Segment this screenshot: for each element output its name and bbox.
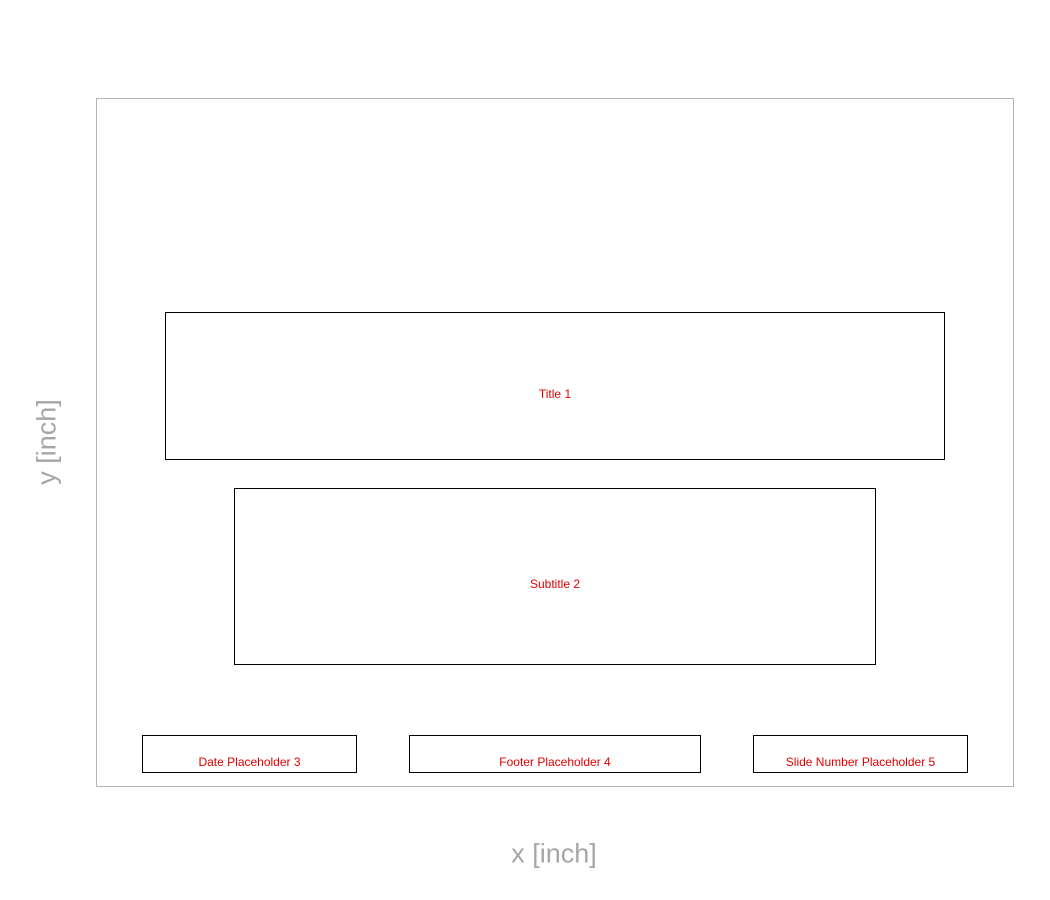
footer-placeholder: Footer Placeholder 4 <box>409 735 701 773</box>
title-placeholder: Title 1 <box>165 312 945 460</box>
date-placeholder-label: Date Placeholder 3 <box>198 755 301 769</box>
title-placeholder-label: Title 1 <box>538 387 572 401</box>
slide-number-placeholder-label: Slide Number Placeholder 5 <box>785 755 936 769</box>
x-axis-label: x [inch] <box>511 838 597 869</box>
y-axis-label: y [inch] <box>31 399 62 485</box>
footer-placeholder-label: Footer Placeholder 4 <box>499 755 611 769</box>
date-placeholder: Date Placeholder 3 <box>142 735 357 773</box>
subtitle-placeholder-label: Subtitle 2 <box>529 577 581 591</box>
slide-number-placeholder: Slide Number Placeholder 5 <box>753 735 968 773</box>
subtitle-placeholder: Subtitle 2 <box>234 488 876 665</box>
